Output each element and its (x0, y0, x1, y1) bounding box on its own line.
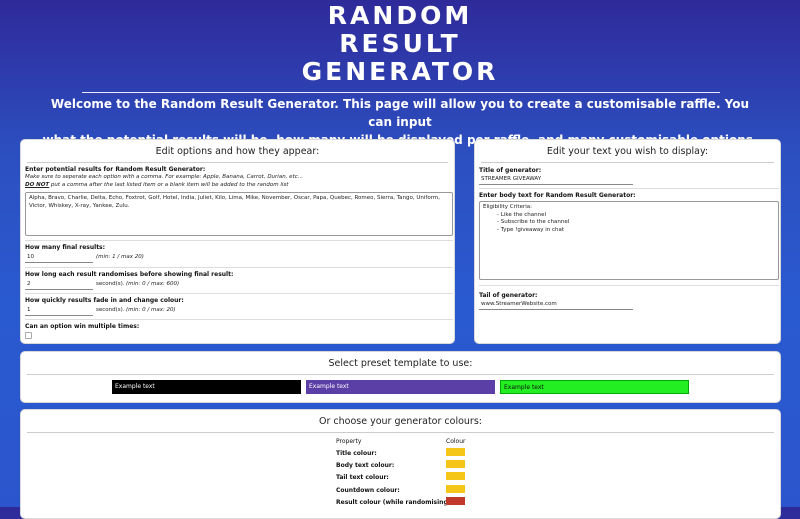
title-line-3: GENERATOR (301, 57, 499, 86)
countdown-colour-swatch[interactable] (446, 485, 465, 493)
final-results-label: How many final results: (25, 244, 106, 251)
randomise-label: How long each result randomises before s… (25, 271, 234, 278)
multi-win-checkbox[interactable] (25, 332, 32, 339)
template-green[interactable]: Example text (500, 380, 689, 394)
row-separator (25, 267, 453, 268)
title-line-2: RESULT (339, 29, 461, 58)
row-separator (25, 293, 453, 294)
randomise-underline (25, 289, 93, 290)
options-panel: Edit options and how they appear: Enter … (20, 139, 455, 344)
final-results-input[interactable]: 10 (27, 254, 34, 260)
text-panel-heading: Edit your text you wish to display: (481, 140, 774, 163)
body-line-4: - Type !giveaway in chat (497, 226, 565, 233)
row-separator (479, 188, 779, 189)
randomise-hint: (min: 0 / max: 600) (126, 281, 180, 287)
page-title: RANDOM RESULT GENERATOR (0, 2, 800, 86)
results-note-1: Make sure to seperate each option with a… (25, 174, 303, 180)
fade-unit: second(s). (96, 307, 125, 313)
fade-label: How quickly results fade in and change c… (25, 297, 184, 304)
generator-title-input[interactable]: STREAMER GIVEAWAY (481, 176, 541, 182)
randomise-unit: second(s). (96, 281, 125, 287)
result-colour-swatch[interactable] (446, 497, 465, 505)
randomise-input[interactable]: 2 (27, 281, 31, 287)
colours-panel-heading: Or choose your generator colours: (27, 410, 774, 433)
tail-colour-swatch[interactable] (446, 472, 465, 480)
row-separator (479, 285, 779, 286)
property-column-header: Property (336, 438, 362, 445)
colours-panel: Or choose your generator colours: Proper… (20, 409, 781, 519)
tail-input[interactable]: www.StreamerWebsite.com (481, 301, 557, 307)
body-line-3: - Subscribe to the channel (497, 219, 570, 225)
fade-hint: (min: 0 / max: 20) (126, 307, 176, 313)
results-note-2-rest: put a comma after the last listed item o… (49, 182, 289, 188)
preset-panel: Select preset template to use: Example t… (20, 351, 781, 403)
tail-underline (479, 309, 633, 310)
body-colour-swatch[interactable] (446, 460, 465, 468)
title-line-1: RANDOM (327, 1, 473, 30)
tail-colour-label: Tail text colour: (336, 474, 389, 481)
template-black[interactable]: Example text (112, 380, 301, 394)
title-colour-swatch[interactable] (446, 448, 465, 456)
body-colour-label: Body text colour: (336, 462, 395, 469)
welcome-line-1: Welcome to the Random Result Generator. … (50, 97, 750, 129)
row-separator (25, 240, 453, 241)
countdown-colour-label: Countdown colour: (336, 487, 400, 494)
generator-title-label: Title of generator: (479, 167, 542, 174)
fade-underline (25, 315, 93, 316)
body-text-label: Enter body text for Random Result Genera… (479, 192, 636, 199)
result-colour-label: Result colour (while randomising): (336, 499, 453, 506)
final-results-hint: (min: 1 / max 20) (96, 254, 144, 260)
template-purple[interactable]: Example text (306, 380, 495, 394)
colour-column-header: Colour (446, 438, 466, 445)
results-note-2: DO NOT put a comma after the last listed… (25, 182, 288, 188)
header-divider (82, 92, 720, 93)
generator-title-underline (479, 184, 633, 185)
body-text-textarea[interactable]: Eligibility Criteria: - Like the channel… (479, 201, 779, 280)
row-separator (25, 319, 453, 320)
fade-input[interactable]: 1 (27, 307, 31, 313)
multi-win-label: Can an option win multiple times: (25, 323, 140, 330)
results-note-2-emphasis: DO NOT (25, 182, 50, 188)
text-panel: Edit your text you wish to display: Titl… (474, 139, 781, 344)
final-results-underline (25, 262, 93, 263)
tail-label: Tail of generator: (479, 292, 538, 299)
body-line-2: - Like the channel (497, 211, 546, 218)
results-label: Enter potential results for Random Resul… (25, 166, 206, 173)
body-line-1: Eligibility Criteria: (483, 204, 532, 210)
preset-panel-heading: Select preset template to use: (27, 352, 774, 375)
results-textarea[interactable]: Alpha, Bravo, Charlie, Delta, Echo, Foxt… (25, 192, 453, 236)
title-colour-label: Title colour: (336, 450, 377, 457)
options-panel-heading: Edit options and how they appear: (27, 140, 448, 163)
